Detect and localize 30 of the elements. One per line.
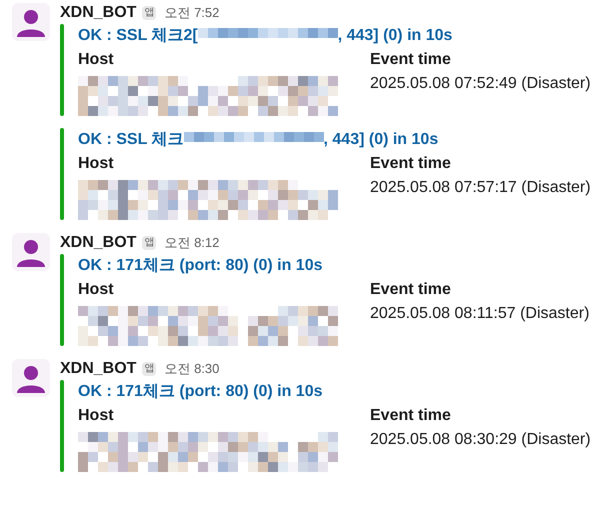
sender-name[interactable]: XDN_BOT <box>60 231 136 255</box>
avatar-icon[interactable] <box>12 359 50 397</box>
field-label: Host <box>78 50 115 70</box>
avatar-icon[interactable] <box>12 233 50 271</box>
field-label: Host <box>78 154 115 174</box>
alert-title-link[interactable]: OK : SSL 체크2[ <box>78 24 198 48</box>
field-value: 2025.05.08 07:57:17 (Disaster) <box>370 178 591 198</box>
field-value: 2025.05.08 07:52:49 (Disaster) <box>370 74 591 94</box>
app-badge: 앱 <box>142 236 156 250</box>
avatar-icon[interactable] <box>12 3 50 41</box>
message-time[interactable]: 오전 8:30 <box>164 359 220 379</box>
message-time[interactable]: 오전 7:52 <box>164 3 220 23</box>
app-badge: 앱 <box>142 6 156 20</box>
field-label: Host <box>78 280 115 300</box>
alert-title-link[interactable]: OK : 171체크 (port: 80) (0) in 10s <box>78 380 322 404</box>
sender-name[interactable]: XDN_BOT <box>60 357 136 381</box>
field-label: Host <box>78 406 115 426</box>
sender-name[interactable]: XDN_BOT <box>60 1 136 25</box>
field-value: 2025.05.08 08:30:29 (Disaster) <box>370 430 591 450</box>
alert-title-link[interactable]: , 443] (0) in 10s <box>324 128 438 152</box>
field-label: Event time <box>370 406 452 426</box>
alert-title-link[interactable]: , 443] (0) in 10s <box>338 24 452 48</box>
field-label: Event time <box>370 154 452 174</box>
alert-title-link[interactable]: OK : 171체크 (port: 80) (0) in 10s <box>78 254 322 278</box>
field-label: Event time <box>370 50 452 70</box>
alert-title-link[interactable]: OK : SSL 체크 <box>78 128 184 152</box>
message-time[interactable]: 오전 8:12 <box>164 233 220 253</box>
field-value: 2025.05.08 08:11:57 (Disaster) <box>370 304 590 324</box>
app-badge: 앱 <box>142 362 156 376</box>
field-label: Event time <box>370 280 452 300</box>
